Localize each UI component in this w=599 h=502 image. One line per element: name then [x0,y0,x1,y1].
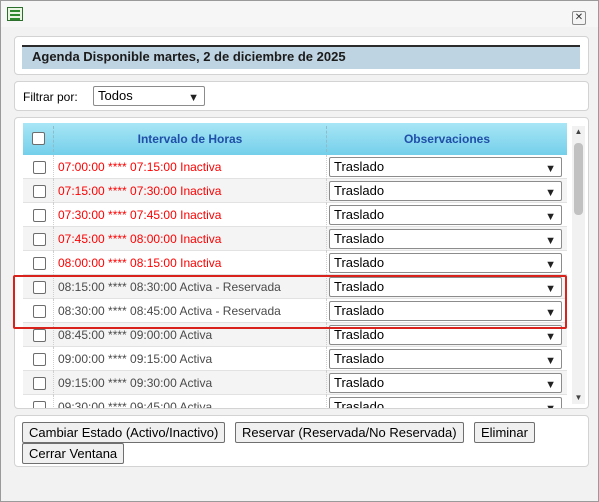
chevron-down-icon: ▼ [545,355,556,367]
observation-select[interactable]: Traslado ▼ [329,373,562,393]
table-row[interactable]: 08:30:00 **** 08:45:00 Activa - Reservad… [23,299,567,323]
observation-value: Traslado [334,207,385,222]
filter-label: Filtrar por: [23,90,78,104]
observation-value: Traslado [334,303,385,318]
chevron-down-icon: ▼ [545,379,556,391]
chevron-down-icon: ▼ [545,307,556,319]
change-state-button[interactable]: Cambiar Estado (Activo/Inactivo) [22,422,226,443]
filter-value: Todos [98,88,133,103]
row-checkbox[interactable] [33,233,46,246]
column-header-observations[interactable]: Observaciones [327,123,567,155]
interval-text: 08:30:00 **** 08:45:00 Activa - Reservad… [58,304,281,318]
scroll-down-icon[interactable]: ▼ [572,392,585,404]
button-panel: Cambiar Estado (Activo/Inactivo) Reserva… [14,415,589,467]
table-row[interactable]: 07:15:00 **** 07:30:00 Inactiva Traslado ▼ [23,179,567,203]
observation-value: Traslado [334,183,385,198]
chevron-down-icon: ▼ [545,259,556,271]
table-row[interactable]: 07:30:00 **** 07:45:00 Inactiva Traslado ▼ [23,203,567,227]
observation-select[interactable]: Traslado ▼ [329,301,562,321]
table-row[interactable]: 07:45:00 **** 08:00:00 Inactiva Traslado ▼ [23,227,567,251]
header-panel: Agenda Disponible martes, 2 de diciembre… [14,36,589,75]
chevron-down-icon: ▼ [545,331,556,343]
select-all-checkbox[interactable] [32,132,45,145]
interval-text: 09:30:00 **** 09:45:00 Activa [58,400,213,409]
chevron-down-icon: ▼ [545,187,556,199]
row-checkbox[interactable] [33,401,46,408]
observation-select[interactable]: Traslado ▼ [329,253,562,273]
table-row[interactable]: 08:15:00 **** 08:30:00 Activa - Reservad… [23,275,567,299]
reserve-button[interactable]: Reservar (Reservada/No Reservada) [235,422,464,443]
chevron-down-icon: ▼ [545,403,556,409]
observation-value: Traslado [334,399,385,409]
observation-select[interactable]: Traslado ▼ [329,181,562,201]
observation-select[interactable]: Traslado ▼ [329,349,562,369]
interval-text: 07:30:00 **** 07:45:00 Inactiva [58,208,222,222]
chevron-down-icon: ▼ [545,211,556,223]
table-row[interactable]: 09:00:00 **** 09:15:00 Activa Traslado ▼ [23,347,567,371]
row-checkbox[interactable] [33,353,46,366]
row-checkbox[interactable] [33,185,46,198]
observation-value: Traslado [334,351,385,366]
close-window-button[interactable]: Cerrar Ventana [22,443,125,464]
row-checkbox[interactable] [33,257,46,270]
observation-select[interactable]: Traslado ▼ [329,277,562,297]
vertical-scrollbar[interactable]: ▲ ▼ [572,126,585,404]
observation-select[interactable]: Traslado ▼ [329,325,562,345]
observation-select[interactable]: Traslado ▼ [329,157,562,177]
chevron-down-icon: ▼ [545,235,556,247]
observation-select[interactable]: Traslado ▼ [329,397,562,409]
interval-text: 08:15:00 **** 08:30:00 Activa - Reservad… [58,280,281,294]
row-checkbox[interactable] [33,281,46,294]
observation-value: Traslado [334,255,385,270]
interval-text: 07:15:00 **** 07:30:00 Inactiva [58,184,222,198]
chevron-down-icon: ▼ [188,92,199,104]
observation-value: Traslado [334,327,385,342]
table-row[interactable]: 07:00:00 **** 07:15:00 Inactiva Traslado ▼ [23,155,567,179]
column-header-interval[interactable]: Intervalo de Horas [54,123,326,155]
observation-select[interactable]: Traslado ▼ [329,205,562,225]
observation-value: Traslado [334,279,385,294]
interval-text: 07:00:00 **** 07:15:00 Inactiva [58,160,222,174]
observation-value: Traslado [334,231,385,246]
dialog-window: ✕ Agenda Disponible martes, 2 de diciemb… [0,0,599,502]
table-row[interactable]: 09:15:00 **** 09:30:00 Activa Traslado ▼ [23,371,567,395]
grid-header: Intervalo de Horas Observaciones [23,123,567,155]
filter-select[interactable]: Todos ▼ [93,86,205,106]
title-bar: ✕ [1,1,598,27]
schedule-grid: Intervalo de Horas Observaciones 07:00:0… [14,117,589,409]
table-row[interactable]: 09:30:00 **** 09:45:00 Activa Traslado ▼ [23,395,567,409]
chevron-down-icon: ▼ [545,283,556,295]
row-checkbox[interactable] [33,209,46,222]
close-icon[interactable]: ✕ [572,11,586,25]
table-row[interactable]: 08:00:00 **** 08:15:00 Inactiva Traslado ▼ [23,251,567,275]
observation-value: Traslado [334,375,385,390]
interval-text: 08:45:00 **** 09:00:00 Activa [58,328,213,342]
observation-value: Traslado [334,159,385,174]
table-row[interactable]: 08:45:00 **** 09:00:00 Activa Traslado ▼ [23,323,567,347]
interval-text: 07:45:00 **** 08:00:00 Inactiva [58,232,222,246]
interval-text: 09:00:00 **** 09:15:00 Activa [58,352,213,366]
scroll-up-icon[interactable]: ▲ [572,126,585,138]
chevron-down-icon: ▼ [545,163,556,175]
interval-text: 08:00:00 **** 08:15:00 Inactiva [58,256,222,270]
row-checkbox[interactable] [33,329,46,342]
delete-button[interactable]: Eliminar [474,422,535,443]
row-checkbox[interactable] [33,305,46,318]
row-checkbox[interactable] [33,377,46,390]
interval-text: 09:15:00 **** 09:30:00 Activa [58,376,213,390]
form-icon [7,7,23,21]
row-checkbox[interactable] [33,161,46,174]
filter-panel: Filtrar por: Todos ▼ [14,81,589,111]
observation-select[interactable]: Traslado ▼ [329,229,562,249]
scroll-thumb[interactable] [574,143,583,215]
page-title: Agenda Disponible martes, 2 de diciembre… [22,45,580,69]
